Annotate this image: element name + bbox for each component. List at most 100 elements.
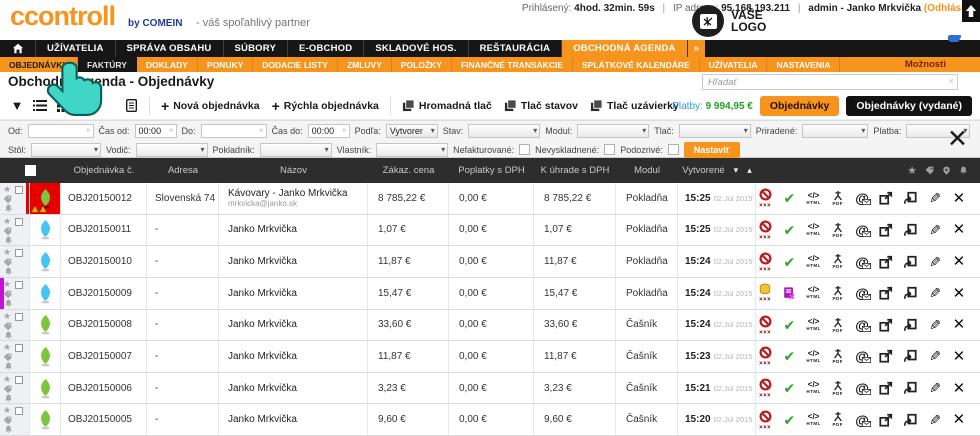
print-states-button[interactable]: Tlač stavov [504,99,578,112]
nav-e-obchod[interactable]: E-OBCHOD [288,40,364,57]
cancel-order-icon[interactable]: ××× [756,314,774,336]
status-flag-green[interactable] [30,373,61,404]
col-module[interactable]: Modul [616,158,678,183]
html-icon[interactable]: </>HTML [804,255,822,269]
html-icon[interactable]: </>HTML [804,318,822,332]
status-flag-green[interactable] [30,310,61,341]
favorite-star-icon[interactable]: ★ [3,247,11,258]
table-row[interactable]: ★ OBJ20150009 - Janko Mrkvička 15,47 € 0… [0,278,980,310]
copy-icon[interactable] [901,191,919,205]
delete-icon[interactable]: ✕ [950,412,968,427]
cancel-order-icon[interactable]: ××× [756,345,774,367]
cancel-order-icon[interactable]: ××× [756,219,774,241]
subnav-objednavky[interactable]: OBJEDNÁVKY [0,57,78,72]
bell-icon[interactable] [4,236,13,246]
cancel-order-icon[interactable]: ××× [756,409,774,431]
order-number[interactable]: OBJ20150007 [61,341,147,372]
document-icon[interactable] [121,96,141,116]
suspicious-checkbox[interactable] [668,144,679,155]
star-icon[interactable]: ★ [907,164,917,177]
not-dispatched-checkbox[interactable] [604,144,615,155]
print-closings-button[interactable]: Tlač uzávierky [590,99,679,112]
subnav-uzivatelia[interactable]: UŽÍVATELIA [700,57,768,72]
not-invoiced-checkbox[interactable] [519,144,530,155]
email-icon[interactable]: @ [853,223,871,237]
speech-bubble-icon[interactable] [947,31,962,49]
email-icon[interactable]: @ [853,413,871,427]
html-icon[interactable]: </>HTML [804,192,822,206]
bell-icon[interactable] [4,267,13,277]
status-flag-green[interactable] [30,341,61,372]
pdf-icon[interactable]: PDF [829,317,847,334]
copy-icon[interactable] [901,223,919,237]
email-icon[interactable]: @ [853,349,871,363]
order-number[interactable]: OBJ20150006 [61,373,147,404]
search-input[interactable] [702,74,958,90]
tag-icon[interactable] [925,166,934,175]
favorite-star-icon[interactable]: ★ [3,216,11,227]
col-created[interactable]: Vytvorené ▾ ▴ [678,158,756,183]
subnav-ponuky[interactable]: PONUKY [198,57,253,72]
quick-order-button[interactable]: + Rýchla objednávka [272,98,379,114]
row-checkbox[interactable] [15,344,23,352]
subnav-doklady[interactable]: DOKLADY [137,57,198,72]
row-checkbox[interactable] [15,281,23,289]
status-select[interactable] [468,124,540,138]
home-icon[interactable] [0,40,36,57]
bell-icon[interactable] [4,204,13,214]
pdf-icon[interactable]: PDF [829,190,847,207]
open-icon[interactable] [877,413,895,427]
nav-obchodna-agenda[interactable]: OBCHODNÁ AGENDA [562,40,687,57]
table-row[interactable]: ★ OBJ20150008 - Janko Mrkvička 33,60 € 0… [0,310,980,342]
bulk-print-button[interactable]: Hromadná tlač [402,99,492,112]
pdf-icon[interactable]: PDF [829,222,847,239]
copy-icon[interactable] [901,286,919,300]
pin-icon[interactable] [942,166,951,175]
row-checkbox[interactable] [15,407,23,415]
row-checkbox[interactable] [15,186,23,194]
status-flag-green[interactable] [30,404,61,435]
html-icon[interactable]: </>HTML [804,286,822,300]
email-icon[interactable]: @ [853,255,871,269]
copy-icon[interactable] [901,318,919,332]
email-icon[interactable]: @ [853,318,871,332]
table-row[interactable]: ★ OBJ20150011 - Janko Mrkvička 1,07 € 0,… [0,215,980,247]
email-icon[interactable]: @ [853,286,871,300]
nav-more-chevron[interactable]: » [688,40,706,57]
confirm-icon[interactable]: ✔ [780,191,798,205]
settings-gear-icon[interactable] [76,96,96,116]
tab-orders-issued[interactable]: Objednávky (vydané) [846,96,972,116]
confirm-icon[interactable]: ✔ [780,381,798,395]
edit-icon[interactable]: ✎ [926,255,944,269]
date-to-input[interactable] [202,125,266,137]
status-flag-blue[interactable] [30,246,61,277]
open-icon[interactable] [877,255,895,269]
row-checkbox[interactable] [15,376,23,384]
edit-icon[interactable]: ✎ [926,191,944,205]
open-icon[interactable] [877,191,895,205]
options-link[interactable]: Možnosti [905,57,980,72]
edit-icon[interactable]: ✎ [926,286,944,300]
copy-icon[interactable] [901,349,919,363]
edit-icon[interactable]: ✎ [926,413,944,427]
row-checkbox[interactable] [15,249,23,257]
favorite-star-icon[interactable]: ★ [3,405,11,416]
status-flag-blue[interactable] [30,215,61,246]
subnav-zmluvy[interactable]: ZMLUVY [338,57,392,72]
pdf-icon[interactable]: PDF [829,380,847,397]
order-number[interactable]: OBJ20150012 [61,183,147,214]
subnav-nastavenia[interactable]: NASTAVENIA [767,57,840,72]
delete-icon[interactable]: ✕ [950,286,968,301]
col-order-number[interactable]: Objednávka č. [61,158,147,183]
pdf-icon[interactable]: PDF [829,285,847,302]
cashier-select[interactable] [260,143,332,157]
table-row[interactable]: ★ OBJ20150006 - Janko Mrkvička 3,23 € 0,… [0,373,980,405]
grid-view-icon[interactable] [53,96,73,116]
pdf-icon[interactable]: PDF [829,411,847,428]
table-row[interactable]: ★ OBJ20150007 - Janko Mrkvička 11,87 € 0… [0,341,980,373]
bell-icon[interactable] [959,166,968,175]
confirm-icon[interactable]: ✔ [780,223,798,237]
filter-funnel-icon[interactable]: ▼ [7,96,27,116]
edit-icon[interactable]: ✎ [926,223,944,237]
col-order-price[interactable]: Zákaz. cena [368,158,449,183]
